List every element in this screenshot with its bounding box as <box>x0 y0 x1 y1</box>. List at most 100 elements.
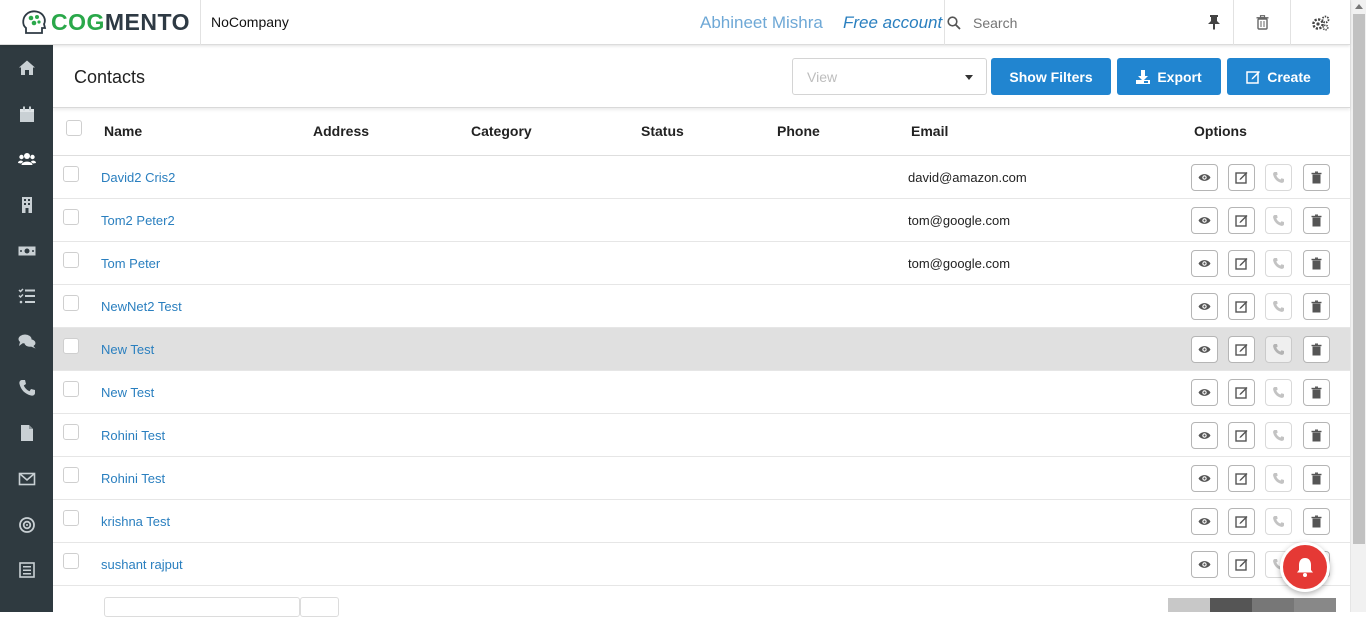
sidebar-item-cases[interactable] <box>0 321 53 361</box>
trash-button[interactable] <box>1233 0 1290 45</box>
row-checkbox[interactable] <box>63 295 79 311</box>
edit-button[interactable] <box>1228 508 1255 535</box>
column-header-status[interactable]: Status <box>641 123 684 139</box>
delete-button[interactable] <box>1303 379 1330 406</box>
table-row[interactable]: Tom2 Peter2 tom@google.com <box>53 199 1350 242</box>
pagination-button[interactable] <box>1252 598 1294 612</box>
pagination-button[interactable] <box>1168 598 1210 612</box>
view-button[interactable] <box>1191 508 1218 535</box>
view-button[interactable] <box>1191 293 1218 320</box>
show-filters-button[interactable]: Show Filters <box>991 58 1111 95</box>
contact-name-link[interactable]: Tom2 Peter2 <box>101 213 175 228</box>
sidebar-item-email[interactable] <box>0 459 53 499</box>
column-header-address[interactable]: Address <box>313 123 369 139</box>
view-button[interactable] <box>1191 207 1218 234</box>
column-header-email[interactable]: Email <box>911 123 948 139</box>
export-button[interactable]: Export <box>1117 58 1221 95</box>
create-button[interactable]: Create <box>1227 58 1330 95</box>
edit-button[interactable] <box>1228 422 1255 449</box>
column-header-category[interactable]: Category <box>471 123 532 139</box>
call-button[interactable] <box>1265 422 1292 449</box>
table-row[interactable]: sushant rajput <box>53 543 1350 586</box>
view-button[interactable] <box>1191 551 1218 578</box>
search-input[interactable] <box>973 14 1193 31</box>
search-box[interactable] <box>944 0 1233 45</box>
contact-name-link[interactable]: David2 Cris2 <box>101 170 175 185</box>
call-button[interactable] <box>1265 336 1292 363</box>
pagination-button[interactable] <box>1210 598 1252 612</box>
row-checkbox[interactable] <box>63 510 79 526</box>
logo[interactable]: COGMENTO <box>0 0 201 45</box>
edit-button[interactable] <box>1228 336 1255 363</box>
column-header-name[interactable]: Name <box>104 123 142 139</box>
page-size-button[interactable] <box>300 597 339 617</box>
page-size-select[interactable] <box>104 597 300 617</box>
call-button[interactable] <box>1265 465 1292 492</box>
sidebar-item-deals[interactable] <box>0 231 53 271</box>
row-checkbox[interactable] <box>63 381 79 397</box>
row-checkbox[interactable] <box>63 338 79 354</box>
edit-button[interactable] <box>1228 379 1255 406</box>
call-button[interactable] <box>1265 250 1292 277</box>
settings-button[interactable] <box>1290 0 1350 45</box>
scroll-up-arrow[interactable] <box>1355 4 1363 9</box>
sidebar-item-tasks[interactable] <box>0 276 53 316</box>
sidebar-item-companies[interactable] <box>0 185 53 225</box>
call-button[interactable] <box>1265 164 1292 191</box>
sidebar-item-calendar[interactable] <box>0 94 53 134</box>
delete-button[interactable] <box>1303 250 1330 277</box>
table-row[interactable]: NewNet2 Test <box>53 285 1350 328</box>
sidebar-item-contacts[interactable] <box>0 139 53 179</box>
table-row[interactable]: krishna Test <box>53 500 1350 543</box>
sidebar-item-calls[interactable] <box>0 368 53 408</box>
table-row[interactable]: New Test <box>53 328 1350 371</box>
column-header-phone[interactable]: Phone <box>777 123 820 139</box>
table-row[interactable]: New Test <box>53 371 1350 414</box>
delete-button[interactable] <box>1303 508 1330 535</box>
view-button[interactable] <box>1191 422 1218 449</box>
contact-name-link[interactable]: Rohini Test <box>101 428 165 443</box>
pin-icon[interactable] <box>1207 14 1221 30</box>
table-row[interactable]: David2 Cris2 david@amazon.com <box>53 156 1350 199</box>
delete-button[interactable] <box>1303 336 1330 363</box>
scrollbar[interactable] <box>1350 0 1366 612</box>
edit-button[interactable] <box>1228 293 1255 320</box>
edit-button[interactable] <box>1228 465 1255 492</box>
pagination-button[interactable] <box>1294 598 1336 612</box>
edit-button[interactable] <box>1228 207 1255 234</box>
table-row[interactable]: Tom Peter tom@google.com <box>53 242 1350 285</box>
table-row[interactable]: Rohini Test <box>53 414 1350 457</box>
view-button[interactable] <box>1191 379 1218 406</box>
delete-button[interactable] <box>1303 293 1330 320</box>
notification-button[interactable] <box>1280 542 1330 592</box>
row-checkbox[interactable] <box>63 467 79 483</box>
row-checkbox[interactable] <box>63 252 79 268</box>
view-dropdown[interactable]: View <box>792 58 987 95</box>
contact-name-link[interactable]: Tom Peter <box>101 256 160 271</box>
contact-name-link[interactable]: Rohini Test <box>101 471 165 486</box>
call-button[interactable] <box>1265 207 1292 234</box>
call-button[interactable] <box>1265 508 1292 535</box>
edit-button[interactable] <box>1228 164 1255 191</box>
sidebar-item-home[interactable] <box>0 48 53 88</box>
scrollbar-thumb[interactable] <box>1353 14 1365 544</box>
delete-button[interactable] <box>1303 164 1330 191</box>
delete-button[interactable] <box>1303 207 1330 234</box>
view-button[interactable] <box>1191 164 1218 191</box>
view-button[interactable] <box>1191 336 1218 363</box>
row-checkbox[interactable] <box>63 553 79 569</box>
delete-button[interactable] <box>1303 465 1330 492</box>
call-button[interactable] <box>1265 293 1292 320</box>
call-button[interactable] <box>1265 379 1292 406</box>
view-button[interactable] <box>1191 465 1218 492</box>
row-checkbox[interactable] <box>63 424 79 440</box>
delete-button[interactable] <box>1303 422 1330 449</box>
contact-name-link[interactable]: krishna Test <box>101 514 170 529</box>
select-all-checkbox[interactable] <box>66 120 82 136</box>
row-checkbox[interactable] <box>63 209 79 225</box>
edit-button[interactable] <box>1228 551 1255 578</box>
contact-name-link[interactable]: sushant rajput <box>101 557 183 572</box>
contact-name-link[interactable]: New Test <box>101 385 154 400</box>
edit-button[interactable] <box>1228 250 1255 277</box>
contact-name-link[interactable]: New Test <box>101 342 154 357</box>
